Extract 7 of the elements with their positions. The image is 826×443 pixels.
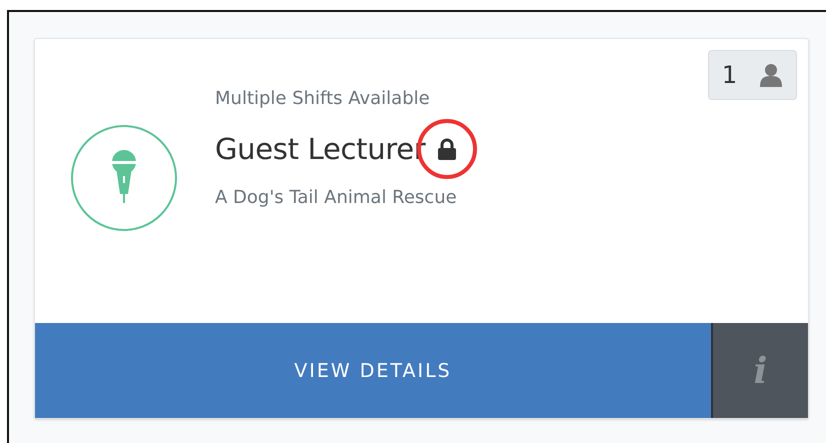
view-details-button[interactable]: VIEW DETAILS bbox=[35, 323, 713, 418]
microphone-icon bbox=[71, 125, 177, 231]
volunteer-count-badge: 1 bbox=[708, 50, 797, 100]
person-icon bbox=[759, 63, 784, 87]
info-button[interactable]: i bbox=[713, 323, 808, 418]
shift-availability: Multiple Shifts Available bbox=[215, 87, 431, 111]
organization-name: A Dog's Tail Animal Rescue bbox=[215, 186, 458, 210]
